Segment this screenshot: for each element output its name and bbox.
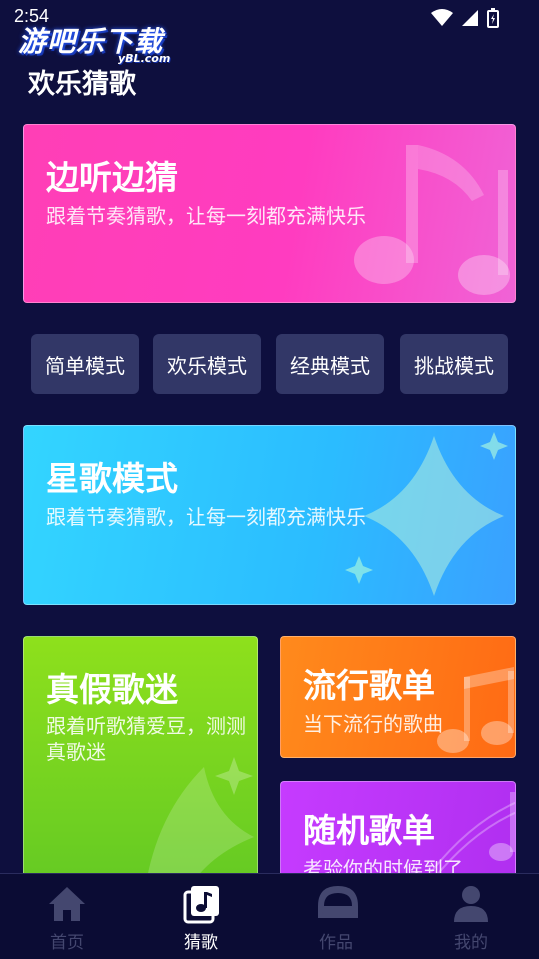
card-subtitle: 跟着节奏猜歌，让每一刻都充满快乐 <box>46 204 366 228</box>
nav-item-guess[interactable]: 猜歌 <box>134 874 268 959</box>
card-title: 星歌模式 <box>46 459 178 498</box>
card-subtitle: 当下流行的歌曲 <box>303 712 443 736</box>
mode-button-happy[interactable]: 欢乐模式 <box>153 334 261 394</box>
home-icon <box>49 887 85 921</box>
mode-button-classic[interactable]: 经典模式 <box>276 334 384 394</box>
nav-label: 作品 <box>319 933 353 953</box>
nav-item-mine[interactable]: 我的 <box>404 874 538 959</box>
mode-button-challenge[interactable]: 挑战模式 <box>400 334 508 394</box>
battery-icon <box>487 8 499 28</box>
nav-label: 猜歌 <box>184 933 218 953</box>
wifi-icon <box>431 9 453 26</box>
page-title: 欢乐猜歌 <box>28 69 136 100</box>
status-icons <box>431 8 499 28</box>
card-title: 流行歌单 <box>303 666 435 705</box>
nav-item-works[interactable]: 作品 <box>269 874 403 959</box>
music-note-decoration-icon <box>437 667 514 753</box>
card-subtitle: 跟着节奏猜歌，让每一刻都充满快乐 <box>46 505 366 529</box>
card-subtitle: 跟着听歌猜爱豆，测测真歌迷 <box>46 714 246 764</box>
nav-label: 我的 <box>454 933 488 953</box>
nav-label: 首页 <box>50 933 84 953</box>
card-title: 真假歌迷 <box>46 670 178 709</box>
works-icon <box>318 886 358 918</box>
popular-playlist-card[interactable]: 流行歌单 当下流行的歌曲 <box>280 636 516 758</box>
signal-icon <box>462 10 478 26</box>
bottom-nav: 首页 猜歌 作品 我的 <box>0 873 539 959</box>
music-note-decoration-icon <box>354 145 510 295</box>
true-fan-card[interactable]: 真假歌迷 跟着听歌猜爱豆，测测真歌迷 <box>23 636 258 896</box>
listen-guess-card[interactable]: 边听边猜 跟着节奏猜歌，让每一刻都充满快乐 <box>23 124 516 303</box>
star-song-card[interactable]: 星歌模式 跟着节奏猜歌，让每一刻都充满快乐 <box>23 425 516 605</box>
mode-button-easy[interactable]: 简单模式 <box>31 334 139 394</box>
user-icon <box>454 886 488 922</box>
card-title: 边听边猜 <box>46 158 178 197</box>
music-note-icon <box>183 886 219 924</box>
card-title: 随机歌单 <box>303 811 435 850</box>
nav-item-home[interactable]: 首页 <box>0 874 134 959</box>
